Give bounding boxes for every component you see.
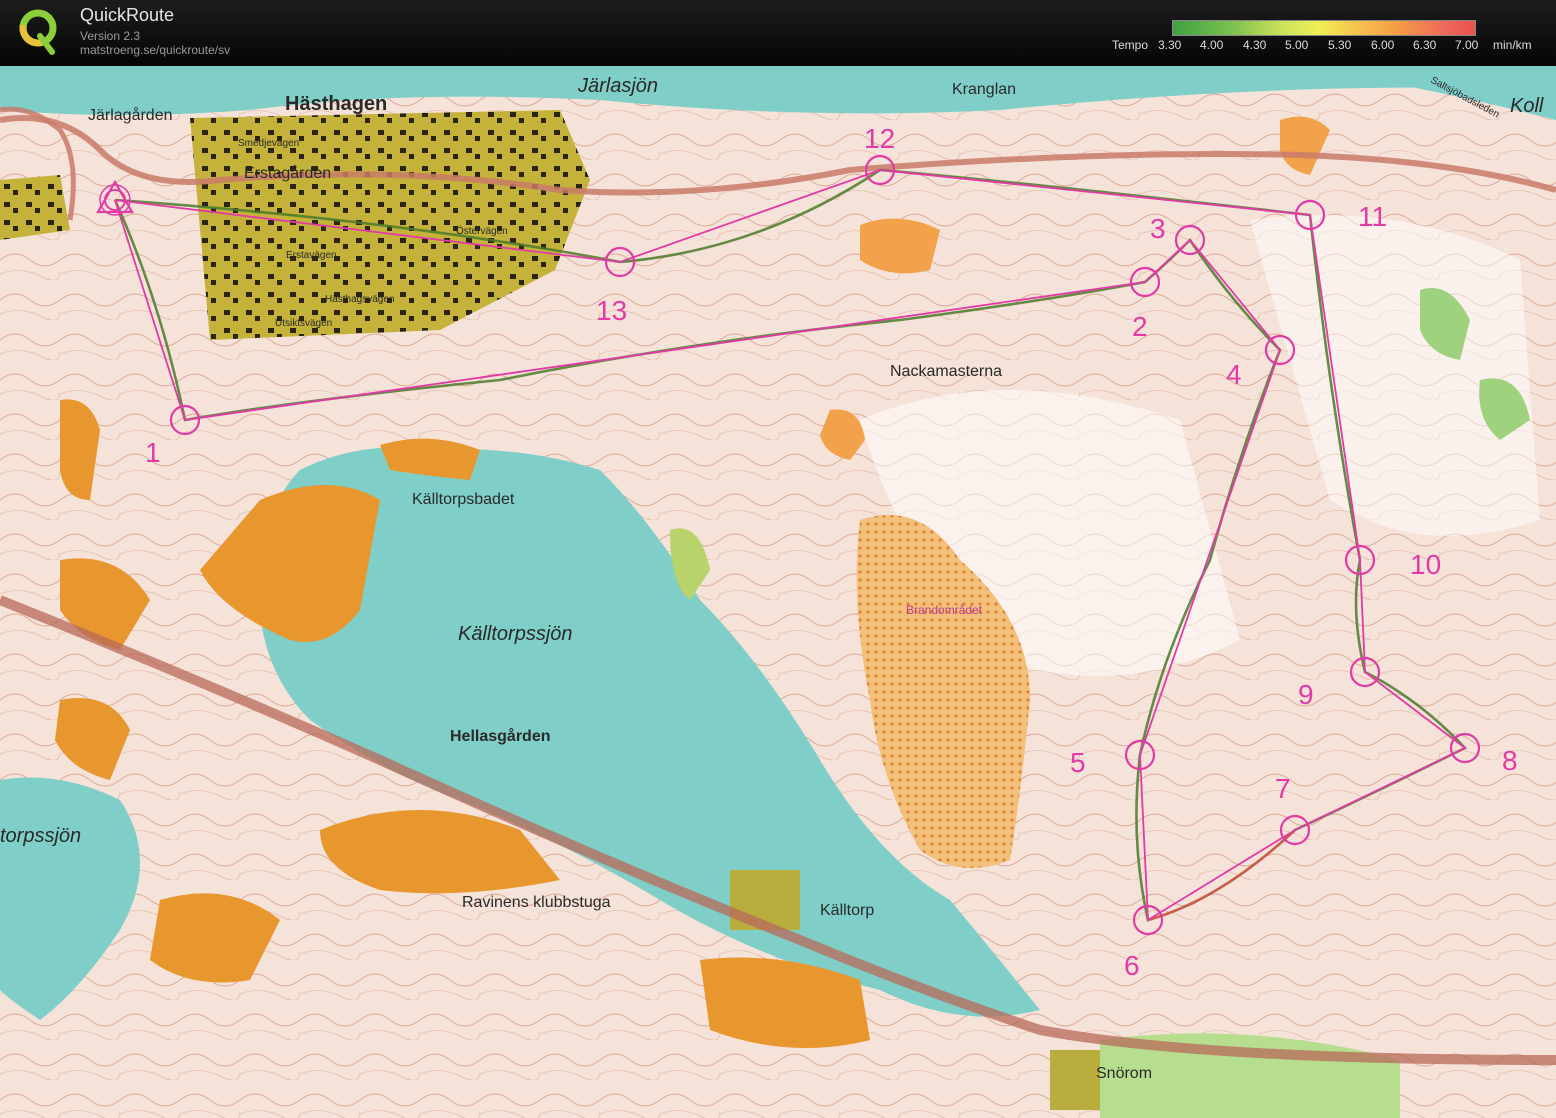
controls-layer: 1 2 3 4 5 6 7 8 9 10 11 12 13 Hästhagen … <box>0 75 1544 1082</box>
place-name: Saltsjöbadsleden <box>1429 75 1501 120</box>
tempo-tick: 4.00 <box>1200 38 1224 52</box>
control-circle-4 <box>1264 334 1296 366</box>
place-name: Järlagården <box>88 106 173 124</box>
control-number-6: 6 <box>1124 950 1140 981</box>
control-number-12: 12 <box>864 123 895 154</box>
place-name: Smedjevägen <box>238 138 299 149</box>
tempo-gradient-bar <box>1172 20 1476 36</box>
tempo-tick: 4.30 <box>1243 38 1267 52</box>
place-name: Hästhagsvägen <box>325 294 395 305</box>
control-number-2: 2 <box>1132 311 1148 342</box>
app-url: matstroeng.se/quickroute/sv <box>80 43 231 57</box>
place-name: Östervägen <box>456 225 508 237</box>
place-name: Snörom <box>1096 1065 1152 1082</box>
start-triangle <box>96 179 134 214</box>
control-number-7: 7 <box>1275 773 1291 804</box>
control-circle-13 <box>604 246 636 278</box>
control-number-10: 10 <box>1410 549 1441 580</box>
app-title: QuickRoute <box>80 5 175 25</box>
place-name: Utsiktsvägen <box>275 318 332 329</box>
tempo-tick: 5.00 <box>1285 38 1309 52</box>
orienteering-map[interactable]: 1 2 3 4 5 6 7 8 9 10 11 12 13 Hästhagen … <box>0 66 1556 1118</box>
place-name: Nackamasterna <box>890 363 1002 380</box>
place-name: Koll <box>1510 95 1544 117</box>
place-name: Brandområdet <box>906 603 983 617</box>
control-circle-12 <box>864 154 896 186</box>
control-circle-10 <box>1344 544 1376 576</box>
tempo-tick: 7.00 <box>1455 38 1479 52</box>
place-name: Hästhagen <box>285 93 387 115</box>
tempo-tick: 6.00 <box>1371 38 1395 52</box>
control-number-13: 13 <box>596 295 627 326</box>
place-name: Hellasgården <box>450 727 550 745</box>
app-header: QuickRoute Version 2.3 matstroeng.se/qui… <box>0 0 1556 66</box>
place-name: Källtorpssjön <box>458 623 573 645</box>
control-number-3: 3 <box>1150 213 1166 244</box>
control-number-5: 5 <box>1070 747 1086 778</box>
place-name: Kranglan <box>952 81 1016 98</box>
tempo-label: Tempo <box>1112 38 1149 52</box>
control-circle-3 <box>1174 224 1206 256</box>
quickroute-logo-icon <box>19 9 57 55</box>
control-circle-6 <box>1132 904 1164 936</box>
control-number-9: 9 <box>1298 679 1314 710</box>
tempo-tick: 5.30 <box>1328 38 1352 52</box>
control-circle-5 <box>1124 739 1156 771</box>
control-number-8: 8 <box>1502 745 1518 776</box>
place-name: Erstagården <box>244 164 331 182</box>
control-circle-7 <box>1279 814 1311 846</box>
control-circle-9 <box>1349 656 1381 688</box>
place-name: Järlasjön <box>577 75 658 97</box>
tempo-tick: 3.30 <box>1158 38 1182 52</box>
control-number-11: 11 <box>1358 201 1387 232</box>
finish-circle <box>104 189 126 211</box>
control-number-1: 1 <box>145 437 161 468</box>
place-name: Källtorp <box>820 902 874 919</box>
tempo-unit: min/km <box>1493 38 1532 52</box>
control-number-4: 4 <box>1226 359 1242 390</box>
control-circle-1 <box>169 404 201 436</box>
app-version: Version 2.3 <box>80 29 141 43</box>
place-name: Erstavägen <box>286 250 337 261</box>
place-name: Källtorpsbadet <box>412 491 515 508</box>
control-circle-8 <box>1449 732 1481 764</box>
control-circle-11 <box>1294 199 1326 231</box>
tempo-tick: 6.30 <box>1413 38 1437 52</box>
control-circle-2 <box>1129 266 1161 298</box>
place-name: torpssjön <box>0 825 81 847</box>
place-name: Ravinens klubbstuga <box>462 894 611 911</box>
